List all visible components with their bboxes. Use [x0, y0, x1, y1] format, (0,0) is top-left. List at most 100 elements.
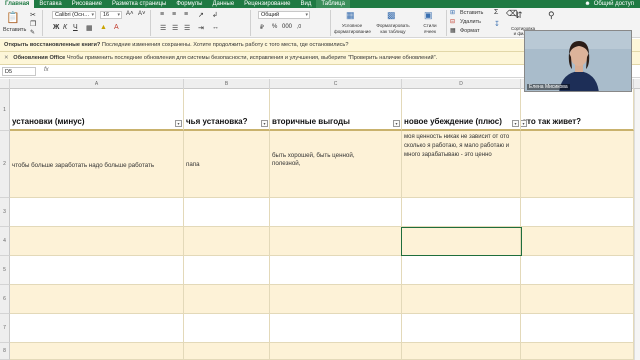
- cell-d6[interactable]: [402, 285, 521, 314]
- tab-view[interactable]: Вид: [296, 0, 317, 8]
- font-color-icon[interactable]: A: [114, 24, 119, 31]
- name-box[interactable]: D5: [2, 67, 36, 76]
- delete-cells-icon[interactable]: ⊟: [450, 18, 455, 25]
- row-header-5[interactable]: 5: [0, 256, 10, 285]
- cell-b4[interactable]: [184, 227, 270, 256]
- cell-b7[interactable]: [184, 314, 270, 343]
- orientation-icon[interactable]: ↗: [198, 11, 204, 19]
- thousands-icon[interactable]: 000: [282, 24, 292, 30]
- selected-cell-d5[interactable]: [401, 227, 522, 256]
- cell-a5[interactable]: [10, 256, 184, 285]
- cell-a4[interactable]: [10, 227, 184, 256]
- column-header-d[interactable]: D: [402, 79, 521, 89]
- cell-c2[interactable]: быть хорошей, быть ценной, полезной,: [270, 131, 402, 198]
- header-cell-c[interactable]: вторичные выгоды ▾: [270, 89, 402, 131]
- cell-e2[interactable]: [521, 131, 634, 198]
- cell-e7[interactable]: [521, 314, 634, 343]
- tab-formulas[interactable]: Формулы: [171, 0, 207, 8]
- row-header-8[interactable]: 8: [0, 343, 10, 360]
- row-header-7[interactable]: 7: [0, 314, 10, 343]
- borders-icon[interactable]: ▦: [86, 24, 93, 32]
- cell-e4[interactable]: [521, 227, 634, 256]
- cut-icon[interactable]: ✂: [30, 11, 36, 19]
- insert-cells-button[interactable]: Вставить: [460, 10, 483, 16]
- cell-b2[interactable]: папа: [184, 131, 270, 198]
- row-header-1[interactable]: 1: [0, 89, 10, 131]
- italic-icon[interactable]: К: [63, 24, 67, 31]
- cell-b6[interactable]: [184, 285, 270, 314]
- tab-page-layout[interactable]: Разметка страницы: [107, 0, 171, 8]
- cell-c5[interactable]: [270, 256, 402, 285]
- header-cell-e[interactable]: кто так живет? ▾: [521, 89, 634, 131]
- bold-icon[interactable]: Ж: [53, 24, 59, 31]
- find-select-icon[interactable]: ⚲: [548, 10, 555, 21]
- row-header-4[interactable]: 4: [0, 227, 10, 256]
- paste-button[interactable]: Вставить: [3, 27, 26, 33]
- cell-a3[interactable]: [10, 198, 184, 227]
- cell-c3[interactable]: [270, 198, 402, 227]
- column-header-a[interactable]: A: [10, 79, 184, 89]
- tab-data[interactable]: Данные: [207, 0, 239, 8]
- cell-d7[interactable]: [402, 314, 521, 343]
- close-icon[interactable]: ✕: [4, 55, 9, 61]
- cell-styles-icon[interactable]: ▣: [424, 10, 433, 21]
- header-cell-d[interactable]: новое убеждение (плюс) ▾: [402, 89, 521, 131]
- filter-dropdown-icon[interactable]: ▾: [393, 120, 400, 127]
- cell-a2[interactable]: чтобы больше заработать надо больше рабо…: [10, 131, 184, 198]
- cell-c7[interactable]: [270, 314, 402, 343]
- row-header-3[interactable]: 3: [0, 198, 10, 227]
- currency-icon[interactable]: ₽: [260, 24, 264, 31]
- cell-e8[interactable]: [521, 343, 634, 360]
- tab-draw[interactable]: Рисование: [67, 0, 107, 8]
- align-middle-icon[interactable]: ≡: [172, 11, 176, 18]
- number-format-select[interactable]: Общий ▾: [258, 11, 310, 19]
- wrap-text-icon[interactable]: ↲: [212, 11, 218, 19]
- row-header-6[interactable]: 6: [0, 285, 10, 314]
- clipboard-icon[interactable]: 📋: [6, 11, 20, 24]
- percent-icon[interactable]: %: [272, 24, 277, 30]
- cell-e6[interactable]: [521, 285, 634, 314]
- filter-dropdown-icon[interactable]: ▾: [261, 120, 268, 127]
- header-cell-a[interactable]: установки (минус) ▾: [10, 89, 184, 131]
- align-left-icon[interactable]: ☰: [160, 24, 166, 32]
- copy-icon[interactable]: ❐: [30, 20, 36, 28]
- format-as-table-button[interactable]: Форматировать как таблицу: [373, 23, 413, 34]
- fill-color-icon[interactable]: ▲: [100, 24, 107, 31]
- column-header-c[interactable]: C: [270, 79, 402, 89]
- cell-e3[interactable]: [521, 198, 634, 227]
- font-size-select[interactable]: 16 ▾: [100, 11, 122, 19]
- align-right-icon[interactable]: ☰: [184, 24, 190, 32]
- cell-e5[interactable]: [521, 256, 634, 285]
- cell-a6[interactable]: [10, 285, 184, 314]
- filter-dropdown-icon[interactable]: ▾: [175, 120, 182, 127]
- autosum-icon[interactable]: Σ: [494, 9, 498, 16]
- decimal-icon[interactable]: ,0: [297, 24, 301, 30]
- insert-cells-icon[interactable]: ⊞: [450, 9, 455, 16]
- format-painter-icon[interactable]: ✎: [30, 29, 35, 36]
- cell-d8[interactable]: [402, 343, 521, 360]
- header-cell-b[interactable]: чья установка? ▾: [184, 89, 270, 131]
- cell-d3[interactable]: [402, 198, 521, 227]
- fill-down-icon[interactable]: ↧: [494, 20, 500, 28]
- share-button[interactable]: ☻ Общий доступ: [584, 0, 634, 8]
- cell-c4[interactable]: [270, 227, 402, 256]
- underline-icon[interactable]: Ч: [73, 24, 78, 31]
- format-cells-button[interactable]: Формат: [460, 28, 480, 34]
- column-header-b[interactable]: B: [184, 79, 270, 89]
- tab-table[interactable]: Таблица: [316, 0, 350, 8]
- vertical-scrollbar[interactable]: [634, 89, 640, 360]
- select-all-corner[interactable]: [0, 79, 10, 89]
- shrink-font-icon[interactable]: A˅: [138, 11, 146, 17]
- font-name-select[interactable]: Calibri (Осн… ▾: [52, 11, 96, 19]
- cell-styles-button[interactable]: Стили ячеек: [418, 23, 442, 34]
- delete-cells-button[interactable]: Удалить: [460, 19, 481, 25]
- merge-icon[interactable]: ↔: [212, 24, 219, 31]
- filter-dropdown-icon[interactable]: ▾: [521, 120, 527, 127]
- fx-icon[interactable]: fx: [44, 67, 49, 73]
- cell-b8[interactable]: [184, 343, 270, 360]
- sort-filter-icon[interactable]: ⇵: [515, 10, 523, 21]
- align-bottom-icon[interactable]: ≡: [184, 11, 188, 18]
- format-as-table-icon[interactable]: ▩: [387, 10, 396, 21]
- cell-a8[interactable]: [10, 343, 184, 360]
- cell-d5[interactable]: [402, 256, 521, 285]
